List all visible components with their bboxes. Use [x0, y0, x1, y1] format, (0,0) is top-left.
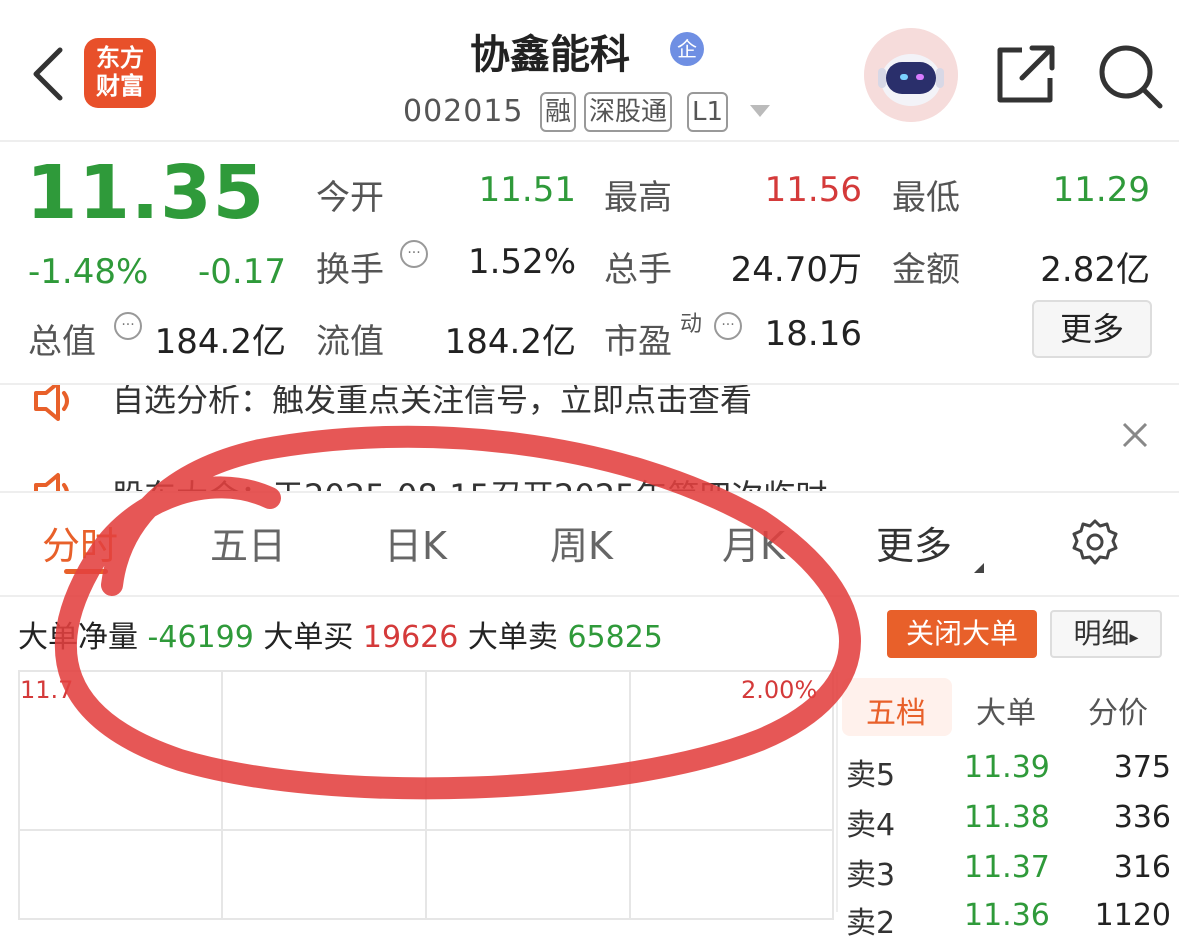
stock-name[interactable]: 协鑫能科: [470, 22, 630, 80]
volume-label: 总手: [604, 250, 672, 290]
tab-price-dist[interactable]: 分价: [1088, 688, 1148, 732]
market-cap-info-icon[interactable]: ···: [114, 312, 142, 340]
notice-line-1[interactable]: 自选分析：触发重点关注信号，立即点击查看: [112, 385, 752, 421]
search-icon[interactable]: [1096, 42, 1164, 110]
tab-daily-k[interactable]: 日K: [384, 515, 447, 570]
close-icon[interactable]: [1121, 421, 1149, 449]
pe-dynamic-sup: 动: [680, 312, 703, 337]
float-cap-label: 流值: [316, 322, 384, 362]
high-label: 最高: [604, 178, 672, 218]
more-quote-button[interactable]: 更多: [1032, 300, 1152, 358]
net-volume-value: -46199: [147, 620, 254, 655]
tab-weekly-k[interactable]: 周K: [550, 515, 613, 570]
close-big-order-button[interactable]: 关闭大单: [887, 610, 1037, 658]
big-buy-label: 大单买: [263, 620, 354, 655]
chart-tabs: 分时 五日 日K 周K 月K 更多: [0, 491, 1179, 597]
intraday-chart-grid[interactable]: [18, 670, 834, 920]
stock-code: 002015: [403, 94, 524, 129]
shenzhen-connect-tag: 深股通: [584, 92, 673, 132]
share-icon[interactable]: [994, 42, 1058, 106]
ask-row: 卖2 11.36 1120: [838, 898, 1179, 948]
ask-row: 卖3 11.37 316: [838, 850, 1179, 900]
turnover-value: 1.52%: [467, 242, 576, 282]
chevron-down-icon[interactable]: [750, 105, 770, 117]
tab-five-day[interactable]: 五日: [210, 515, 286, 570]
order-book: 五档 大单 分价 卖5 11.39 375 卖4 11.38 336 卖3 11…: [836, 672, 1179, 941]
chart-price-max: 11.7: [20, 676, 74, 704]
caret-right-icon: ▸: [1129, 627, 1139, 648]
market-cap-value: 184.2亿: [154, 322, 286, 362]
tab-big-orders[interactable]: 大单: [976, 688, 1036, 732]
change-percent: -1.48%: [28, 252, 149, 292]
active-tab-indicator: [64, 569, 108, 574]
ask-price: 11.37: [964, 850, 1050, 885]
tab-intraday[interactable]: 分时: [42, 515, 118, 570]
low-label: 最低: [892, 178, 960, 218]
ask-volume: 375: [1113, 750, 1171, 785]
app-logo-line2: 财富: [96, 72, 144, 100]
turnover-info-icon[interactable]: ···: [400, 240, 428, 268]
open-label: 今开: [316, 178, 384, 218]
amount-label: 金额: [892, 250, 960, 290]
high-value: 11.56: [764, 170, 862, 210]
back-arrow-icon[interactable]: [28, 44, 68, 104]
pe-label: 市盈: [604, 322, 672, 362]
current-price: 11.35: [26, 150, 266, 236]
ask-row: 卖4 11.38 336: [838, 800, 1179, 850]
detail-button[interactable]: 明细▸: [1050, 610, 1162, 658]
big-order-stats: 大单净量 -46199 大单买 19626 大单卖 65825: [18, 612, 663, 656]
volume-value: 24.70万: [730, 250, 862, 290]
change-value: -0.17: [198, 252, 286, 292]
ask-label: 卖3: [846, 858, 896, 893]
app-logo[interactable]: 东方 财富: [84, 38, 156, 108]
big-buy-value: 19626: [362, 620, 459, 655]
gear-icon[interactable]: [1070, 517, 1120, 567]
open-value: 11.51: [478, 170, 576, 210]
low-value: 11.29: [1052, 170, 1150, 210]
speaker-icon: [34, 385, 69, 421]
notice-ticker[interactable]: 自选分析：触发重点关注信号，立即点击查看 股东大会：于2025-08-15召开2…: [0, 383, 1179, 493]
app-logo-line1: 东方: [96, 44, 144, 72]
chart-pct-max: 2.00%: [741, 676, 818, 704]
assistant-robot-icon[interactable]: [864, 28, 958, 122]
net-volume-label: 大单净量: [18, 620, 138, 655]
float-cap-value: 184.2亿: [444, 322, 576, 362]
pe-value: 18.16: [764, 314, 862, 354]
amount-value: 2.82亿: [1040, 250, 1150, 290]
ask-volume: 336: [1113, 800, 1171, 835]
enterprise-badge: 企: [670, 32, 704, 66]
ask-volume: 1120: [1094, 898, 1171, 933]
notice-line-2[interactable]: 股东大会：于2025-08-15召开2025年第四次临时: [112, 471, 827, 491]
tab-monthly-k[interactable]: 月K: [722, 515, 785, 570]
ask-label: 卖2: [846, 906, 896, 941]
turnover-label: 换手: [316, 250, 384, 290]
ask-label: 卖5: [846, 758, 896, 793]
margin-tag: 融: [540, 92, 577, 132]
market-cap-label: 总值: [28, 322, 96, 362]
speaker-icon: [34, 473, 69, 491]
tab-more-caret-icon: [974, 553, 984, 573]
top-header: 东方 财富 协鑫能科 企 002015 融 深股通 L1: [0, 0, 1179, 142]
ask-label: 卖4: [846, 808, 896, 843]
tab-level5[interactable]: 五档: [866, 688, 926, 732]
ask-row: 卖5 11.39 375: [838, 750, 1179, 800]
big-sell-label: 大单卖: [467, 620, 558, 655]
detail-label: 明细: [1073, 617, 1130, 650]
ask-volume: 316: [1113, 850, 1171, 885]
ask-price: 11.38: [964, 800, 1050, 835]
tab-more[interactable]: 更多: [876, 515, 952, 570]
big-sell-value: 65825: [567, 620, 663, 655]
level-tag: L1: [687, 92, 729, 132]
ask-price: 11.36: [964, 898, 1050, 933]
ask-price: 11.39: [964, 750, 1050, 785]
